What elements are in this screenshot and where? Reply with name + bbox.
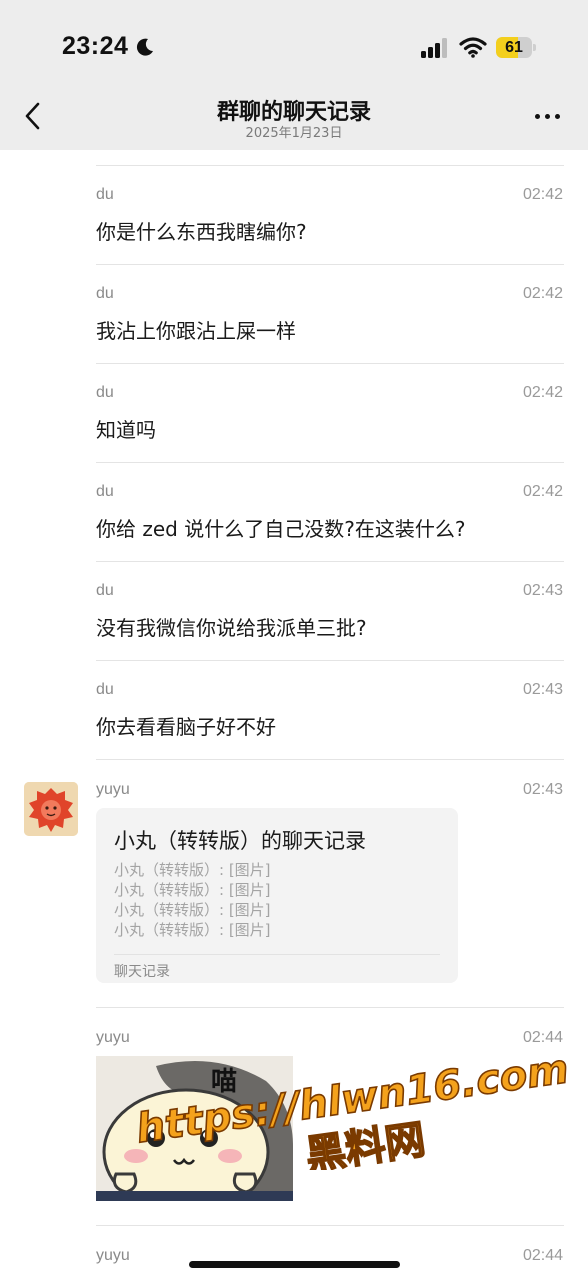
divider xyxy=(96,660,564,661)
watermark-label: 黑料网 xyxy=(303,1117,428,1170)
cellular-signal-icon xyxy=(421,38,451,58)
divider xyxy=(96,759,564,760)
divider xyxy=(96,462,564,463)
sender-name: du xyxy=(96,483,114,500)
wifi-icon xyxy=(459,37,487,58)
message-time: 02:44 xyxy=(522,1247,563,1264)
divider xyxy=(96,561,564,562)
message-time: 02:43 xyxy=(522,781,563,798)
chat-record-label: 聊天记录 xyxy=(114,964,170,980)
message-time: 02:42 xyxy=(522,186,563,203)
divider xyxy=(96,165,564,166)
divider xyxy=(96,1225,564,1226)
battery-icon: 61 xyxy=(496,37,536,58)
message-text: 我沾上你跟沾上屎一样 xyxy=(96,319,296,343)
status-time: 23:24 xyxy=(62,32,129,60)
chat-record-line: 小丸（转转版）: [图片] xyxy=(114,901,271,919)
sticker-image[interactable]: 喵 xyxy=(96,1056,293,1201)
divider xyxy=(96,363,564,364)
chat-record-line: 小丸（转转版）: [图片] xyxy=(114,861,271,879)
battery-level: 61 xyxy=(505,39,523,56)
message-time: 02:42 xyxy=(522,483,563,500)
status-bar: 23:24 61 xyxy=(0,0,588,92)
sticker-text: 喵 xyxy=(211,1067,237,1097)
message-time: 02:43 xyxy=(522,582,563,599)
message-text: 你是什么东西我瞎编你? xyxy=(96,220,307,244)
divider xyxy=(96,1007,564,1008)
page-subtitle: 2025年1月23日 xyxy=(245,126,343,141)
cartoon-sticker: 喵 xyxy=(96,1056,293,1201)
sender-name: du xyxy=(96,384,114,401)
avatar[interactable] xyxy=(24,782,78,836)
divider xyxy=(114,954,440,955)
message-time: 02:43 xyxy=(522,681,563,698)
message-time: 02:42 xyxy=(522,384,563,401)
chat-record-card[interactable]: 小丸（转转版）的聊天记录 小丸（转转版）: [图片] 小丸（转转版）: [图片]… xyxy=(96,808,458,983)
divider xyxy=(96,264,564,265)
sender-name: yuyu xyxy=(96,1247,130,1264)
red-lion-avatar-icon xyxy=(24,782,78,836)
sender-name: du xyxy=(96,582,114,599)
sender-name: du xyxy=(96,681,114,698)
message-text: 你去看看脑子好不好 xyxy=(96,715,276,739)
message-text: 你给 zed 说什么了自己没数?在这装什么? xyxy=(96,517,466,541)
message-time: 02:42 xyxy=(522,285,563,302)
message-text: 知道吗 xyxy=(96,418,156,442)
chat-record-title: 小丸（转转版）的聊天记录 xyxy=(114,829,366,853)
chat-record-line: 小丸（转转版）: [图片] xyxy=(114,921,271,939)
sender-name: yuyu xyxy=(96,781,130,798)
chat-record-line: 小丸（转转版）: [图片] xyxy=(114,881,271,899)
moon-icon xyxy=(136,38,153,56)
sender-name: du xyxy=(96,285,114,302)
sender-name: yuyu xyxy=(96,1029,130,1046)
message-time: 02:44 xyxy=(522,1029,563,1046)
home-indicator[interactable] xyxy=(189,1261,400,1268)
nav-bar: 群聊的聊天记录 2025年1月23日 xyxy=(0,92,588,150)
more-dots-icon[interactable] xyxy=(533,112,563,122)
sender-name: du xyxy=(96,186,114,203)
message-text: 没有我微信你说给我派单三批? xyxy=(96,616,367,640)
